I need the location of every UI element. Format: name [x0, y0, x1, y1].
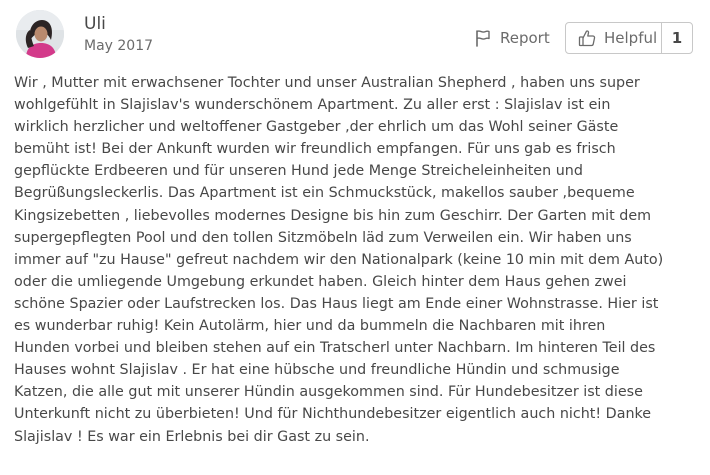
- helpful-count: 1: [671, 29, 683, 47]
- review-text-line: Kingsizebetten , liebevolles modernes De…: [14, 207, 652, 224]
- review-text-line: Unterkunft nicht zu überbieten! Und für …: [14, 406, 652, 423]
- review-text-line: wohlgefühlt in Slajislav's wunderschönem…: [14, 97, 611, 114]
- report-label: Report: [500, 29, 550, 47]
- review-text-line: Slajislav ! Es war ein Erlebnis bei dir …: [14, 428, 370, 445]
- review-text-line: gepflückte Erdbeeren und für unseren Hun…: [14, 163, 583, 180]
- review-text-line: Katzen, die alle gut mit unserer Hündin …: [14, 384, 643, 401]
- review-text-line: immer auf "zu Hause" gefreut nachdem wir…: [14, 251, 664, 268]
- report-button[interactable]: Report: [474, 24, 550, 52]
- thumbs-up-icon: [578, 30, 596, 47]
- reviewer-name[interactable]: Uli: [84, 14, 106, 34]
- review-card: Uli May 2017 Report Helpful 1 Wir , Mutt…: [0, 0, 710, 475]
- reviewer-avatar[interactable]: [16, 10, 64, 58]
- review-text-line: Hauses wohnt Slajislav . Er hat eine hüb…: [14, 362, 620, 379]
- review-text-line: schöne Spazier oder Laufstrecken los. Da…: [14, 295, 659, 312]
- review-text-line: Hunden vorbei und bleiben stehen auf ein…: [14, 340, 656, 357]
- helpful-button[interactable]: Helpful 1: [565, 22, 693, 54]
- review-text-line: wirklich herzlicher und weltoffener Gast…: [14, 119, 619, 136]
- avatar-photo: [16, 10, 64, 58]
- review-text-line: es wunderbar ruhig! Kein Autolärm, hier …: [14, 318, 606, 335]
- review-date: May 2017: [84, 38, 154, 54]
- review-text-line: Wir , Mutter mit erwachsener Tochter und…: [14, 75, 640, 91]
- helpful-action[interactable]: Helpful: [566, 23, 662, 53]
- helpful-label: Helpful: [604, 29, 658, 47]
- review-text-line: Begrüßungsleckerlis. Das Apartment ist e…: [14, 185, 635, 202]
- review-text-line: bemüht ist! Bei der Ankunft wurden wir f…: [14, 141, 616, 158]
- review-text-line: supergepflegten Pool und den tollen Sitz…: [14, 229, 632, 246]
- review-text-line: oder die umliegende Umgebung erkundet ha…: [14, 273, 627, 290]
- review-text: Wir , Mutter mit erwachsener Tochter und…: [14, 72, 700, 448]
- flag-icon: [476, 30, 490, 47]
